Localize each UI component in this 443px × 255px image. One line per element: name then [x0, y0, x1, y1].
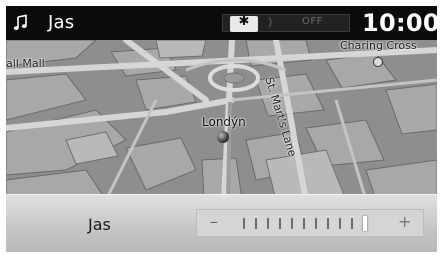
level-tick	[315, 218, 317, 229]
level-tick	[339, 218, 341, 229]
city-marker-icon	[217, 131, 229, 143]
level-tick	[351, 218, 353, 229]
brightness-button[interactable]: ✱	[230, 14, 258, 32]
level-ticks	[243, 216, 373, 231]
level-tick	[267, 218, 269, 229]
level-indicator	[363, 216, 367, 231]
audio-source-title: Jas	[48, 12, 75, 33]
map-label-charing-cross: Charing Cross	[340, 40, 417, 52]
level-tick	[291, 218, 293, 229]
brightness-icon: ✱	[238, 14, 250, 29]
brightness-label: Jas	[88, 215, 111, 234]
navigation-map[interactable]: all Mall Charing Cross St. Mart's Lane L…	[6, 40, 437, 200]
brightness-panel: Jas – +	[6, 194, 437, 252]
display-off-button[interactable]: OFF	[302, 16, 323, 27]
map-label-mall: all Mall	[6, 57, 45, 70]
level-tick	[279, 218, 281, 229]
clock: 10:00	[362, 9, 437, 37]
poi-marker	[373, 57, 383, 67]
increase-button[interactable]: +	[398, 212, 411, 231]
level-tick	[327, 218, 329, 229]
decrease-button[interactable]: –	[210, 212, 218, 231]
music-note-icon	[13, 14, 27, 31]
status-bar: Jas ✱ ⟩ OFF 10:00	[6, 6, 437, 40]
level-tick	[255, 218, 257, 229]
divider-icon: ⟩	[268, 15, 273, 29]
infotainment-screen: Jas ✱ ⟩ OFF 10:00 all Mall Charing Cross…	[6, 6, 437, 252]
level-tick	[303, 218, 305, 229]
map-label-city: Londýn	[202, 115, 246, 129]
level-tick	[243, 218, 245, 229]
